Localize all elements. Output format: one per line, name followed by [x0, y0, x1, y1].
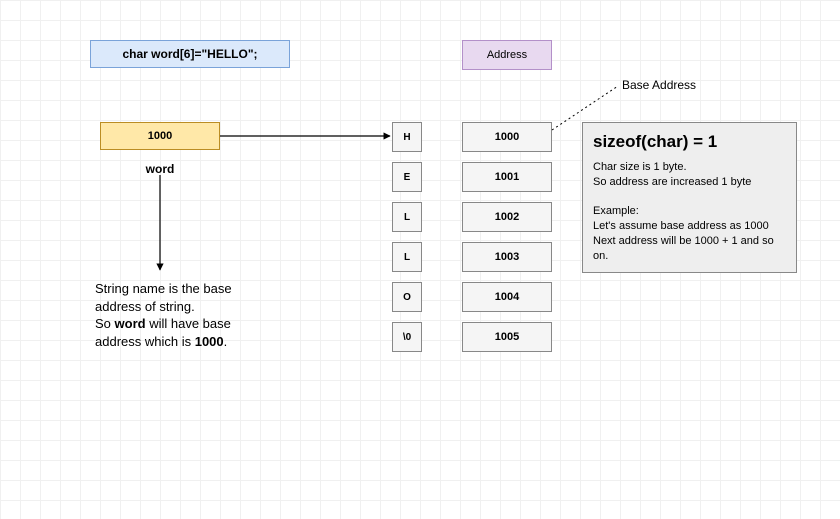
address-header-text: Address [487, 49, 527, 61]
char-cell: \0 [392, 322, 422, 352]
explanation-note: String name is the base address of strin… [95, 280, 265, 350]
address-header-box: Address [462, 40, 552, 70]
address-cell: 1000 [462, 122, 552, 152]
char-cell: H [392, 122, 422, 152]
info-line: Next address will be 1000 + 1 and so on. [593, 234, 786, 264]
diagram-canvas: char word[6]="HELLO"; Address 1000 word … [0, 0, 840, 519]
declaration-text: char word[6]="HELLO"; [122, 47, 257, 61]
note-line2a: So [95, 316, 115, 331]
address-text: 1003 [495, 251, 519, 263]
char-text: O [403, 292, 411, 303]
note-line1: String name is the base address of strin… [95, 281, 232, 314]
sizeof-title: sizeof(char) = 1 [593, 131, 786, 154]
declaration-box: char word[6]="HELLO"; [90, 40, 290, 68]
char-cell: L [392, 202, 422, 232]
info-line: Char size is 1 byte. [593, 160, 786, 175]
sizeof-info-box: sizeof(char) = 1 Char size is 1 byte. So… [582, 122, 797, 273]
info-line: Let's assume base address as 1000 [593, 219, 786, 234]
note-1000-bold: 1000 [195, 334, 224, 349]
address-text: 1002 [495, 211, 519, 223]
char-cell: L [392, 242, 422, 272]
char-text: L [404, 252, 410, 263]
char-text: H [403, 132, 410, 143]
base-address-label: Base Address [622, 78, 696, 92]
address-text: 1000 [495, 131, 519, 143]
address-text: 1001 [495, 171, 519, 183]
address-cell: 1003 [462, 242, 552, 272]
address-cell: 1002 [462, 202, 552, 232]
char-text: E [404, 172, 411, 183]
address-text: 1005 [495, 331, 519, 343]
address-cell: 1001 [462, 162, 552, 192]
pointer-name-label: word [100, 162, 220, 176]
info-line: Example: [593, 204, 786, 219]
char-text: L [404, 212, 410, 223]
address-cell: 1004 [462, 282, 552, 312]
char-text: \0 [403, 332, 411, 343]
info-line: So address are increased 1 byte [593, 175, 786, 190]
note-word-bold: word [115, 316, 146, 331]
address-cell: 1005 [462, 322, 552, 352]
pointer-value-text: 1000 [148, 130, 172, 142]
char-cell: O [392, 282, 422, 312]
note-line2e: . [224, 334, 228, 349]
pointer-value-box: 1000 [100, 122, 220, 150]
address-text: 1004 [495, 291, 519, 303]
char-cell: E [392, 162, 422, 192]
